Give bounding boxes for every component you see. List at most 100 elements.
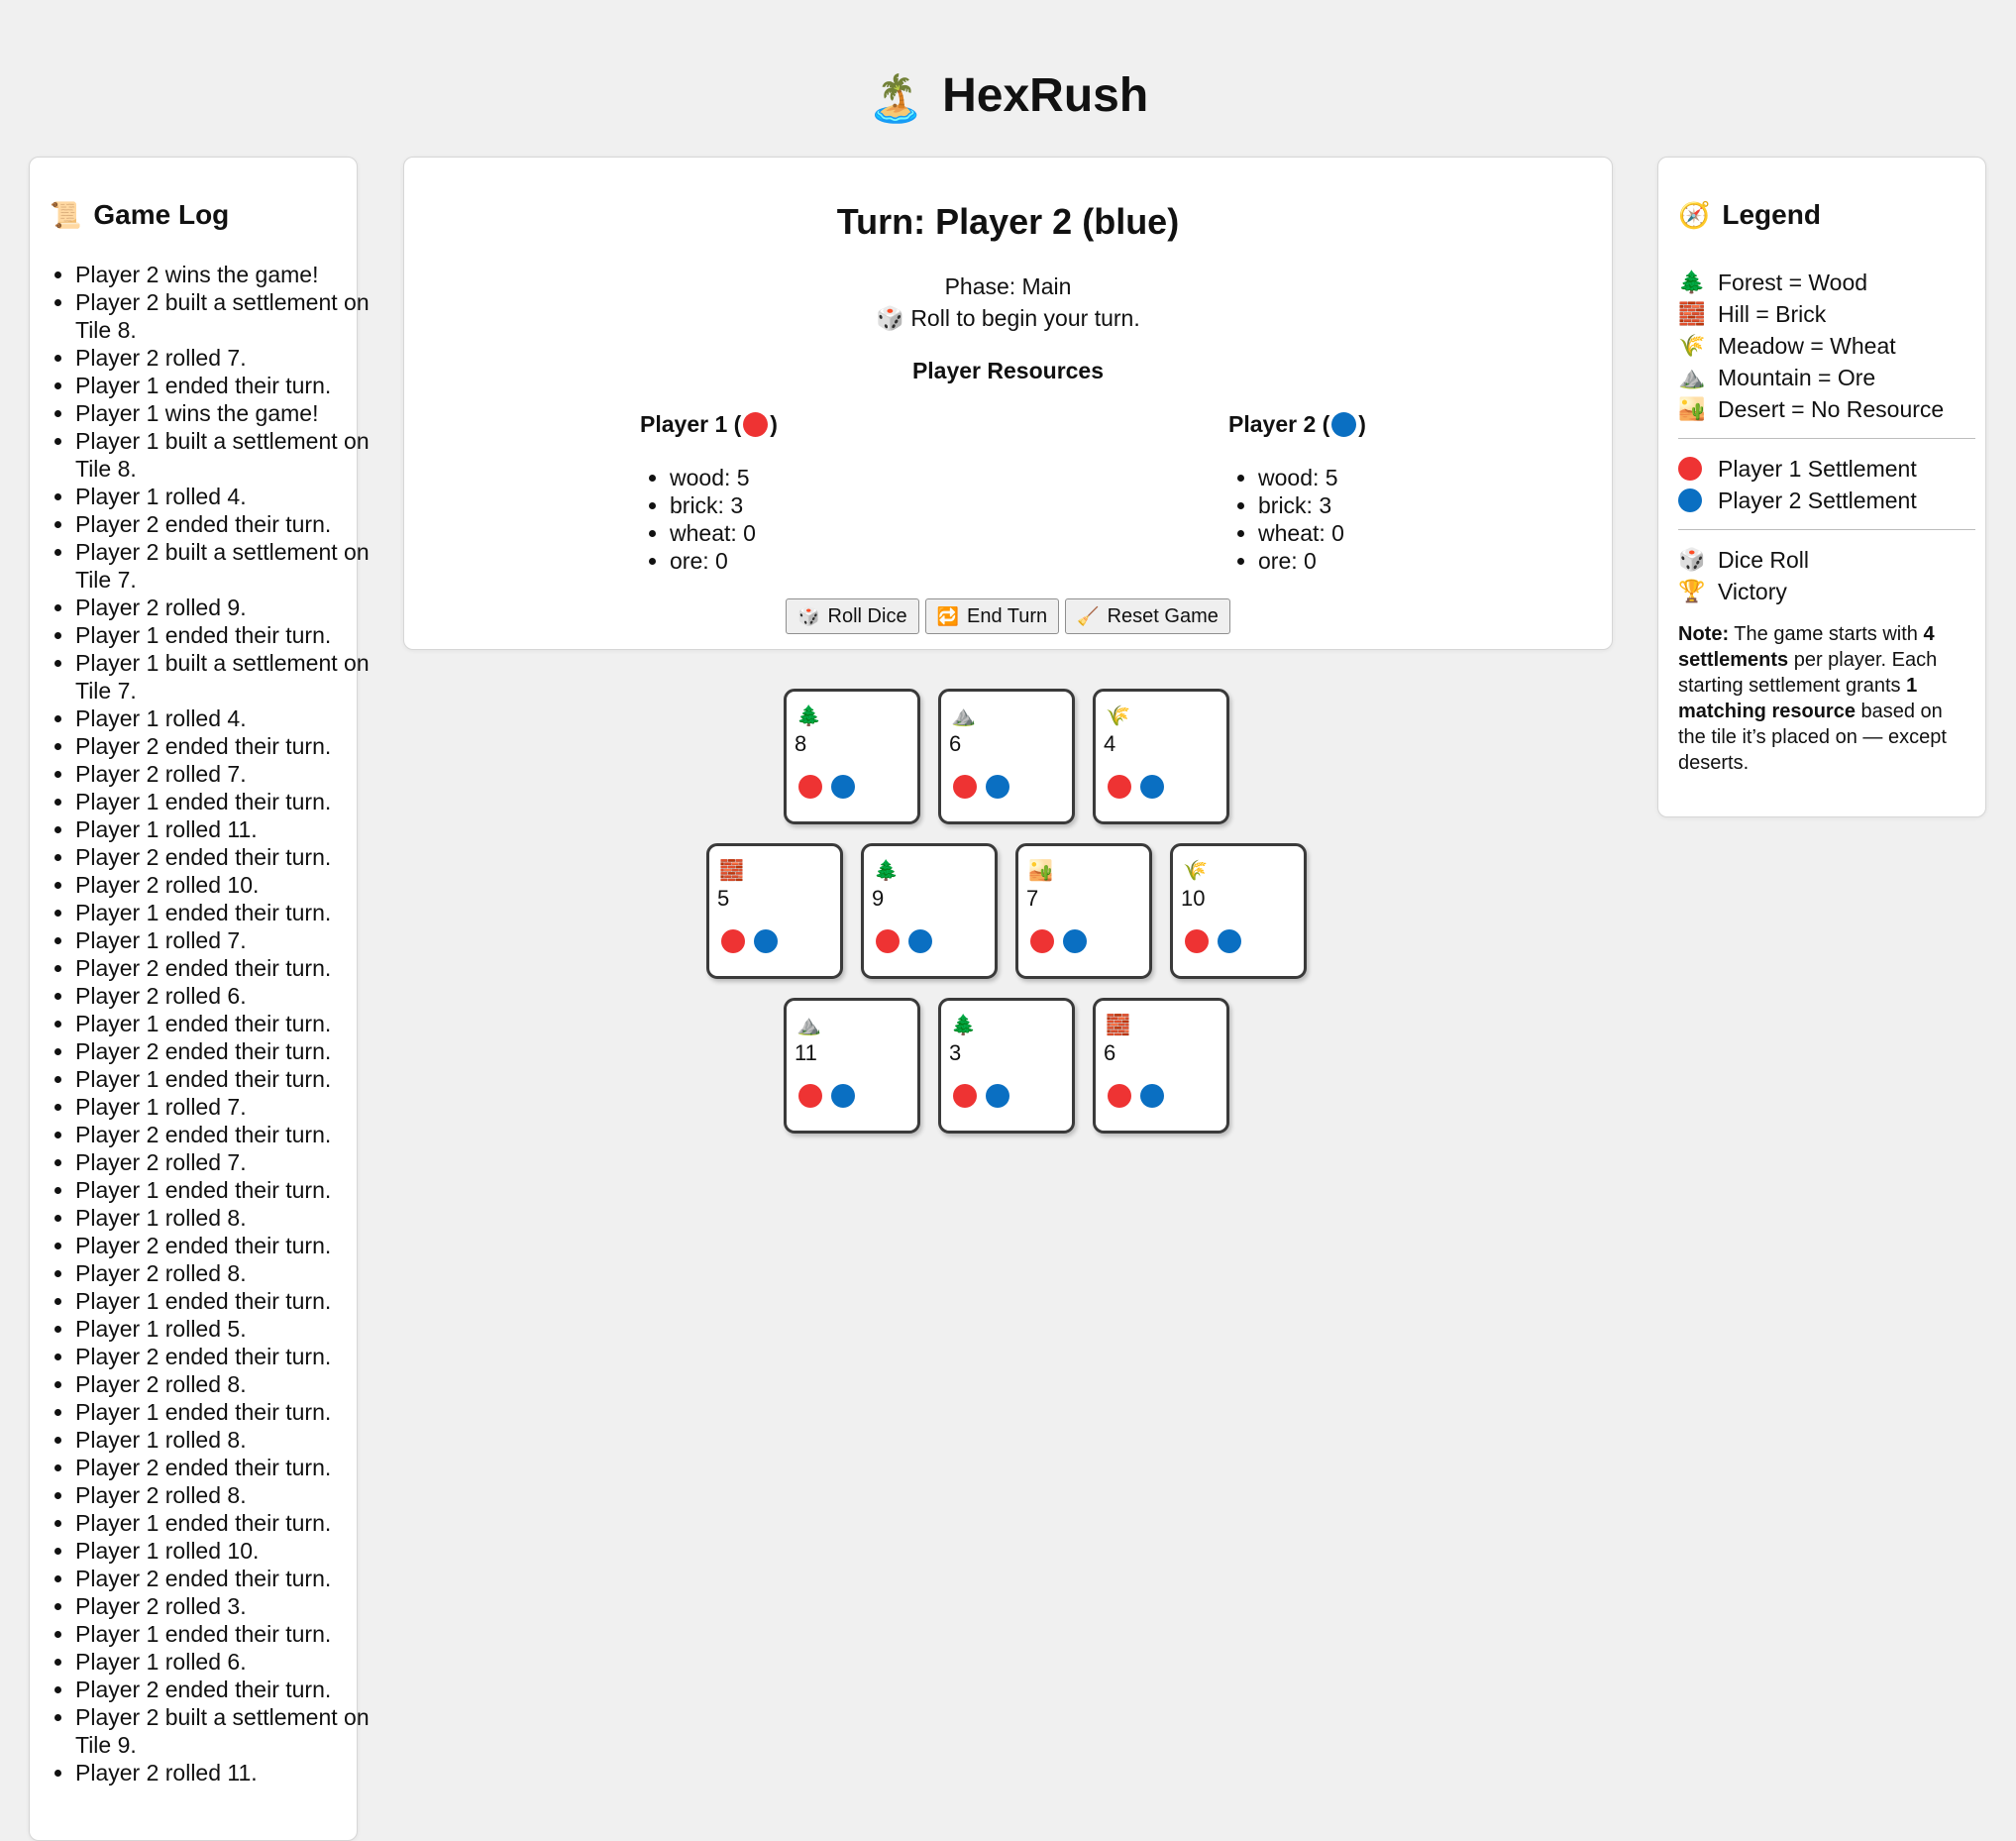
log-entry: Player 2 rolled 11. (75, 1759, 372, 1787)
tile-mountain[interactable]: ⛰️ 11 (784, 998, 920, 1134)
player-1-resource-list: wood: 5 brick: 3 wheat: 0 ore: 0 (640, 464, 778, 575)
log-entry: Player 1 rolled 4. (75, 483, 372, 510)
roll-dice-label: Roll Dice (827, 604, 907, 627)
legend-divider (1678, 529, 1975, 530)
hill-icon: 🧱 (719, 860, 744, 882)
player-1-ore: ore: 0 (670, 547, 778, 575)
log-entry: Player 2 ended their turn. (75, 954, 372, 982)
log-entry: Player 2 wins the game! (75, 261, 372, 288)
player-2-name-text: Player 2 ( (1228, 411, 1330, 437)
dice-icon: 🎲 (1678, 547, 1706, 572)
player-1-name-text: Player 1 ( (640, 411, 742, 437)
legend-player-1-settlement: Player 1 Settlement (1678, 453, 1975, 485)
tile-forest[interactable]: 🌲 3 (938, 998, 1075, 1134)
roll-hint: 🎲 Roll to begin your turn. (404, 305, 1612, 332)
log-entry: Player 1 ended their turn. (75, 1620, 372, 1648)
log-entry: Player 1 ended their turn. (75, 1010, 372, 1037)
blue-dot-icon (1678, 488, 1702, 512)
player-1-name: Player 1 ( ) (640, 411, 778, 438)
log-entry: Player 1 rolled 8. (75, 1426, 372, 1454)
player-2-wheat: wheat: 0 (1258, 519, 1366, 547)
roll-dice-button[interactable]: 🎲 Roll Dice (786, 598, 919, 634)
tile-hill[interactable]: 🧱 5 (706, 843, 843, 979)
log-entry: Player 1 rolled 5. (75, 1315, 372, 1343)
tile-forest[interactable]: 🌲 8 (784, 689, 920, 824)
legend-victory: 🏆 Victory (1678, 576, 1975, 607)
action-buttons: 🎲 Roll Dice 🔁 End Turn 🧹 Reset Game (404, 598, 1612, 634)
legend-divider (1678, 438, 1975, 439)
end-turn-label: End Turn (967, 604, 1048, 627)
player-1-wheat: wheat: 0 (670, 519, 778, 547)
forest-icon: 🌲 (796, 705, 821, 727)
player-1-settlement-dot (798, 775, 822, 799)
legend-meadow-label: Meadow = Wheat (1718, 332, 1896, 359)
app-title: 🏝️ HexRush (0, 61, 2016, 133)
legend-mountain: ⛰️ Mountain = Ore (1678, 362, 1975, 393)
tile-mountain[interactable]: ⛰️ 6 (938, 689, 1075, 824)
reset-game-button[interactable]: 🧹 Reset Game (1065, 598, 1230, 634)
roll-hint-text: Roll to begin your turn. (910, 305, 1140, 331)
player-2-settlement-dot (1140, 775, 1164, 799)
player-2-wood: wood: 5 (1258, 464, 1366, 491)
legend-dice-label: Dice Roll (1718, 546, 1810, 573)
tile-settlements (953, 775, 1009, 799)
tile-settlements (798, 1084, 855, 1108)
tile-number: 3 (949, 1040, 962, 1065)
player-1-settlement-dot (953, 1084, 977, 1108)
wheat-icon: 🌾 (1678, 333, 1706, 358)
tree-icon: 🌲 (1678, 270, 1706, 294)
log-entry: Player 1 rolled 4. (75, 704, 372, 732)
tile-settlements (721, 929, 778, 953)
log-entry: Player 1 ended their turn. (75, 1176, 372, 1204)
log-entry: Player 1 ended their turn. (75, 788, 372, 815)
forest-icon: 🌲 (874, 860, 899, 882)
tile-number: 6 (1104, 1040, 1116, 1065)
log-entry: Player 1 ended their turn. (75, 1509, 372, 1537)
legend-forest: 🌲 Forest = Wood (1678, 267, 1975, 298)
island-icon: 🏝️ (867, 72, 925, 124)
meadow-icon: 🌾 (1183, 860, 1208, 882)
legend-heading-text: Legend (1722, 199, 1821, 230)
tile-number: 8 (795, 731, 807, 756)
player-2-resources: Player 2 ( ) wood: 5 brick: 3 wheat: 0 o… (1228, 411, 1366, 575)
player-2-brick: brick: 3 (1258, 491, 1366, 519)
log-entry: Player 2 rolled 7. (75, 344, 372, 372)
log-entry: Player 2 built a settlement on Tile 7. (75, 538, 372, 594)
player-2-name: Player 2 ( ) (1228, 411, 1366, 438)
log-entry: Player 1 rolled 7. (75, 1093, 372, 1121)
log-entry: Player 2 rolled 8. (75, 1370, 372, 1398)
hill-icon: 🧱 (1106, 1015, 1130, 1036)
log-entry: Player 1 rolled 11. (75, 815, 372, 843)
legend-desert: 🏜️ Desert = No Resource (1678, 393, 1975, 425)
tile-settlements (1108, 1084, 1164, 1108)
tile-meadow[interactable]: 🌾 10 (1170, 843, 1307, 979)
tile-number: 7 (1026, 886, 1039, 911)
tile-desert[interactable]: 🏜️ 7 (1015, 843, 1152, 979)
player-2-color-dot (1331, 412, 1357, 437)
mountain-icon: ⛰️ (951, 705, 976, 727)
tile-settlements (1108, 775, 1164, 799)
log-entry: Player 2 ended their turn. (75, 1343, 372, 1370)
player-1-settlement-dot (798, 1084, 822, 1108)
log-entry: Player 2 rolled 8. (75, 1481, 372, 1509)
log-entry: Player 2 rolled 3. (75, 1592, 372, 1620)
desert-icon: 🏜️ (1678, 396, 1706, 421)
log-entry: Player 1 ended their turn. (75, 1398, 372, 1426)
log-entry: Player 2 ended their turn. (75, 1121, 372, 1148)
tile-settlements (876, 929, 932, 953)
legend-hill-label: Hill = Brick (1718, 300, 1827, 327)
legend-body: 🌲 Forest = Wood 🧱 Hill = Brick 🌾 Meadow = W… (1678, 267, 1975, 776)
player-2-settlement-dot (986, 1084, 1009, 1108)
tile-number: 6 (949, 731, 962, 756)
tile-number: 4 (1104, 731, 1116, 756)
reset-game-label: Reset Game (1107, 604, 1219, 627)
app-title-text: HexRush (942, 69, 1149, 122)
player-1-name-close: ) (770, 411, 778, 437)
tile-forest[interactable]: 🌲 9 (861, 843, 998, 979)
tile-meadow[interactable]: 🌾 4 (1093, 689, 1229, 824)
legend-player-2-settlement: Player 2 Settlement (1678, 485, 1975, 516)
game-log-heading: 📜 Game Log (50, 199, 229, 231)
end-turn-button[interactable]: 🔁 End Turn (924, 598, 1060, 634)
tile-hill[interactable]: 🧱 6 (1093, 998, 1229, 1134)
player-2-settlement-dot (1063, 929, 1087, 953)
